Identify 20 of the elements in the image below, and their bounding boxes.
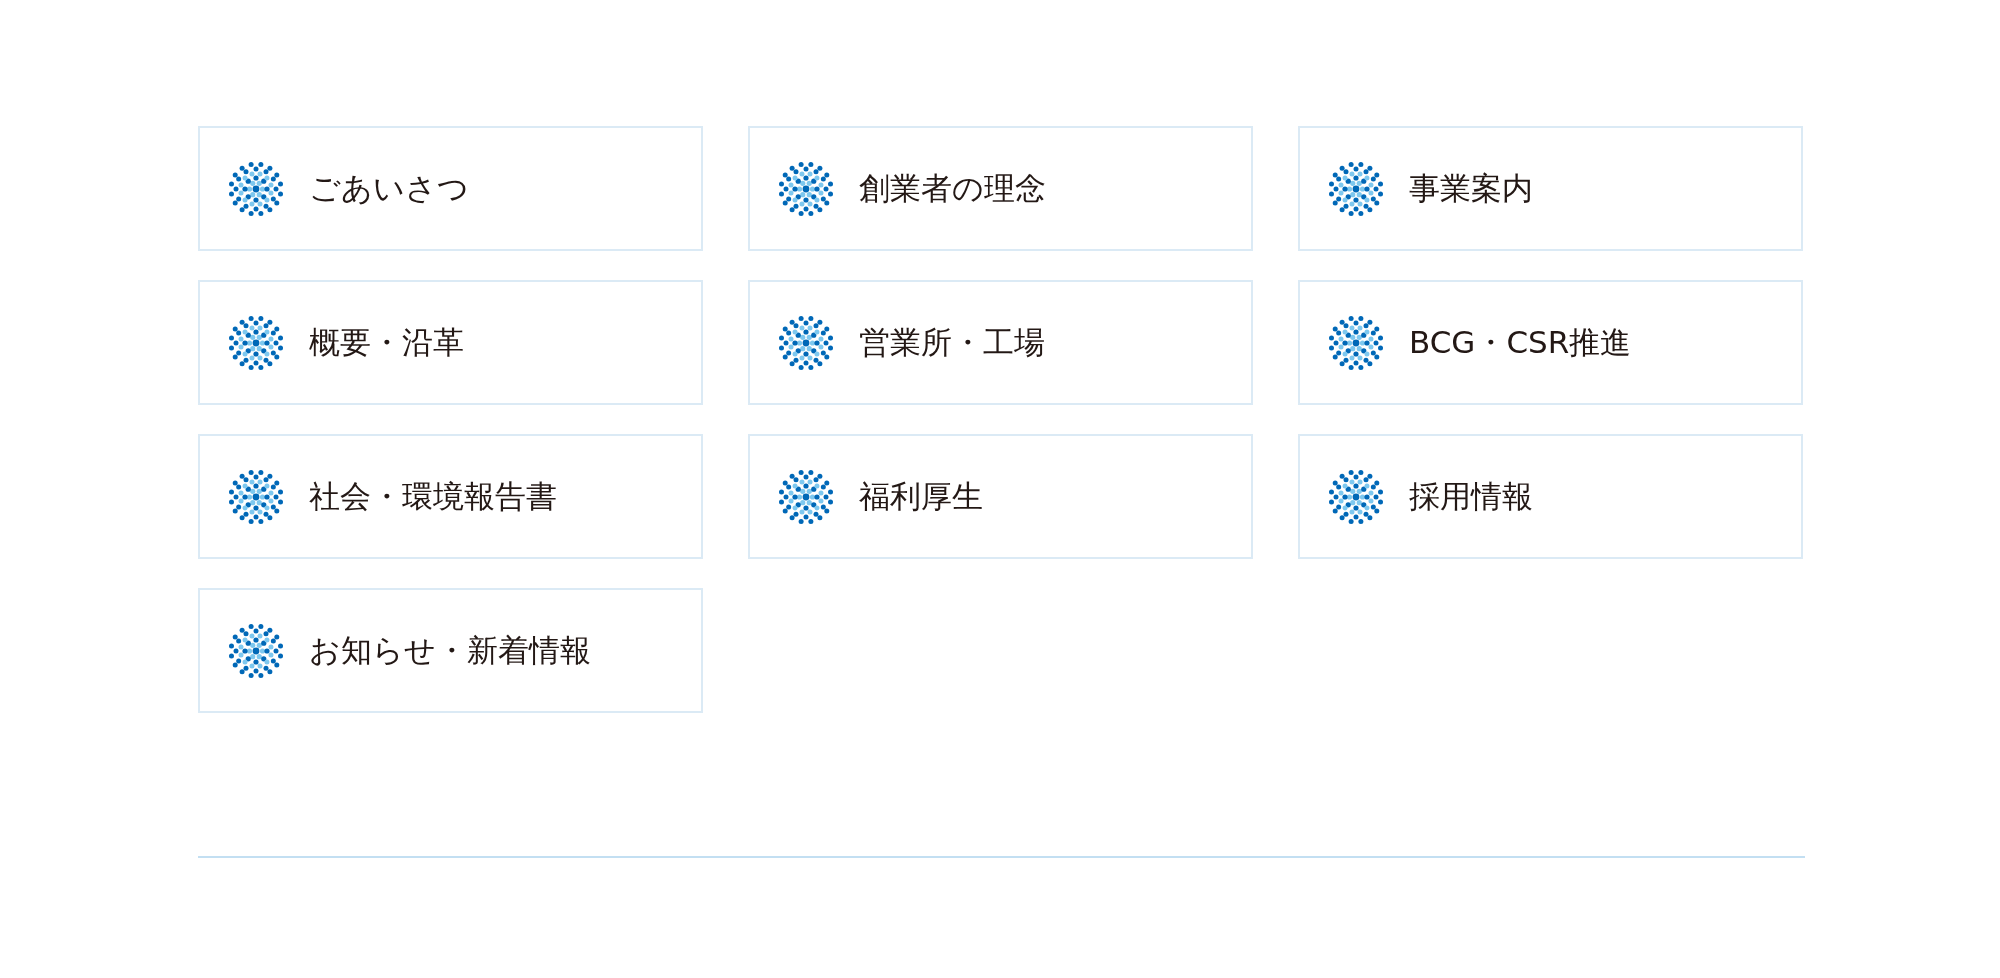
dotted-circle-icon <box>228 160 284 217</box>
menu-link[interactable]: 概要・沿革 <box>198 280 703 405</box>
menu-link[interactable]: 創業者の理念 <box>748 126 1253 251</box>
dotted-circle-icon <box>778 314 834 371</box>
dotted-circle-icon <box>1328 160 1384 217</box>
dotted-circle-icon <box>778 468 834 525</box>
menu-link[interactable]: 社会・環境報告書 <box>198 434 703 559</box>
menu-link[interactable]: 営業所・工場 <box>748 280 1253 405</box>
menu-link[interactable]: 福利厚生 <box>748 434 1253 559</box>
menu-link[interactable]: お知らせ・新着情報 <box>198 588 703 713</box>
menu-link[interactable]: BCG・CSR推進 <box>1298 280 1803 405</box>
dotted-circle-icon <box>1328 468 1384 525</box>
menu-link[interactable]: 採用情報 <box>1298 434 1803 559</box>
dotted-circle-icon <box>228 314 284 371</box>
dotted-circle-icon <box>778 160 834 217</box>
menu-link[interactable]: ごあいさつ <box>198 126 703 251</box>
dotted-circle-icon <box>228 468 284 525</box>
dotted-circle-icon <box>228 622 284 679</box>
menu-link[interactable]: 事業案内 <box>1298 126 1803 251</box>
dotted-circle-icon <box>1328 314 1384 371</box>
